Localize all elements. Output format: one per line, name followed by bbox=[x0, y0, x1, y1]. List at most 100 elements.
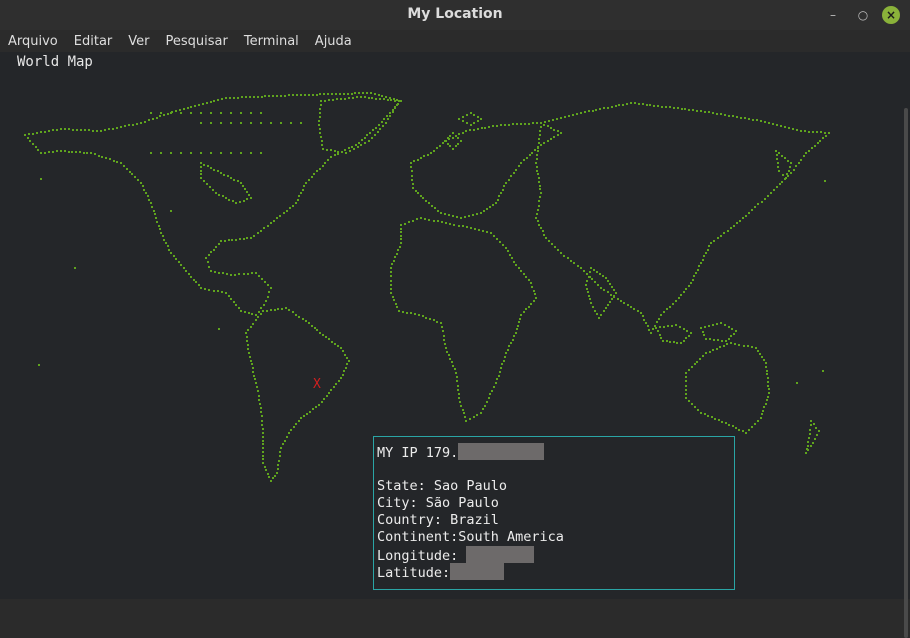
map-dot bbox=[469, 129, 471, 131]
map-dot bbox=[452, 365, 454, 367]
map-dot bbox=[400, 242, 402, 244]
map-dot bbox=[711, 416, 713, 418]
map-dot bbox=[378, 124, 380, 126]
map-dot bbox=[462, 116, 464, 118]
title-bar[interactable]: My Location – ○ × bbox=[0, 0, 910, 31]
map-dot bbox=[477, 128, 479, 130]
maximize-icon[interactable]: ○ bbox=[854, 6, 872, 24]
map-dot bbox=[348, 147, 350, 149]
map-dot bbox=[356, 96, 358, 98]
map-dot bbox=[210, 251, 212, 253]
map-dot bbox=[327, 159, 329, 161]
map-dot bbox=[200, 170, 202, 172]
map-dot bbox=[570, 260, 572, 262]
map-dot bbox=[398, 310, 400, 312]
map-dot bbox=[290, 429, 292, 431]
map-dot bbox=[246, 340, 248, 342]
terminal-area[interactable]: World Map X MY IP 179. State: Sao Paulo … bbox=[0, 52, 910, 638]
scrollbar[interactable] bbox=[904, 108, 908, 638]
map-dot bbox=[120, 126, 122, 128]
map-dot bbox=[385, 96, 387, 98]
map-dot bbox=[528, 123, 530, 125]
map-dot bbox=[207, 165, 209, 167]
map-dot bbox=[379, 98, 381, 100]
map-dot bbox=[686, 330, 688, 332]
menu-pesquisar[interactable]: Pesquisar bbox=[158, 34, 236, 49]
map-dot bbox=[537, 173, 539, 175]
map-dot bbox=[586, 273, 588, 275]
map-dot bbox=[200, 122, 202, 124]
map-dot bbox=[230, 274, 232, 276]
map-dot bbox=[589, 271, 591, 273]
map-dot bbox=[340, 377, 342, 379]
map-dot bbox=[605, 277, 607, 279]
map-dot bbox=[218, 243, 220, 245]
map-dot bbox=[640, 312, 642, 314]
map-dot bbox=[592, 306, 594, 308]
map-dot bbox=[719, 346, 721, 348]
map-dot bbox=[708, 245, 710, 247]
map-dot bbox=[259, 403, 261, 405]
map-dot bbox=[262, 451, 264, 453]
map-dot bbox=[281, 308, 283, 310]
map-dot bbox=[810, 420, 812, 422]
map-dot bbox=[240, 152, 242, 154]
map-dot bbox=[659, 334, 661, 336]
map-dot bbox=[502, 189, 504, 191]
map-dot bbox=[210, 167, 212, 169]
map-dot bbox=[822, 137, 824, 139]
map-dot bbox=[268, 476, 270, 478]
map-dot bbox=[319, 116, 321, 118]
menu-arquivo[interactable]: Arquivo bbox=[0, 34, 66, 49]
map-dot bbox=[414, 313, 416, 315]
map-dot bbox=[260, 407, 262, 409]
map-dot bbox=[540, 126, 542, 128]
map-dot bbox=[697, 269, 699, 271]
map-dot bbox=[726, 343, 728, 345]
map-dot bbox=[311, 325, 313, 327]
map-dot bbox=[120, 162, 122, 164]
menu-editar[interactable]: Editar bbox=[66, 34, 121, 49]
map-dot bbox=[808, 437, 810, 439]
map-dot bbox=[228, 295, 230, 297]
map-dot bbox=[422, 197, 424, 199]
map-dot bbox=[324, 100, 326, 102]
map-dot bbox=[334, 150, 336, 152]
map-dot bbox=[760, 417, 762, 419]
map-dot bbox=[563, 255, 565, 257]
map-dot bbox=[372, 129, 374, 131]
map-dot bbox=[420, 195, 422, 197]
map-dot bbox=[295, 314, 297, 316]
map-dot bbox=[584, 111, 586, 113]
map-dot bbox=[447, 143, 449, 145]
map-dot bbox=[650, 332, 652, 334]
map-dot bbox=[458, 225, 460, 227]
map-dot bbox=[586, 280, 588, 282]
menu-terminal[interactable]: Terminal bbox=[236, 34, 307, 49]
map-dot bbox=[751, 209, 753, 211]
map-dot bbox=[756, 119, 758, 121]
map-dot bbox=[198, 284, 200, 286]
map-dot bbox=[112, 128, 114, 130]
close-icon[interactable]: × bbox=[882, 6, 900, 24]
map-dot bbox=[305, 320, 307, 322]
map-dot bbox=[264, 281, 266, 283]
map-dot bbox=[477, 120, 479, 122]
menu-ajuda[interactable]: Ajuda bbox=[307, 34, 360, 49]
map-dot bbox=[286, 436, 288, 438]
map-dot bbox=[667, 325, 669, 327]
map-dot bbox=[515, 264, 517, 266]
map-dot bbox=[250, 122, 252, 124]
menu-ver[interactable]: Ver bbox=[120, 34, 157, 49]
map-dot bbox=[277, 308, 279, 310]
map-dot bbox=[462, 120, 464, 122]
map-dot bbox=[453, 224, 455, 226]
map-dot bbox=[104, 129, 106, 131]
map-dot bbox=[798, 162, 800, 164]
minimize-icon[interactable]: – bbox=[824, 6, 842, 24]
map-dot bbox=[669, 106, 671, 108]
map-dot bbox=[411, 170, 413, 172]
map-dot bbox=[256, 386, 258, 388]
map-dot bbox=[258, 395, 260, 397]
map-dot bbox=[449, 223, 451, 225]
